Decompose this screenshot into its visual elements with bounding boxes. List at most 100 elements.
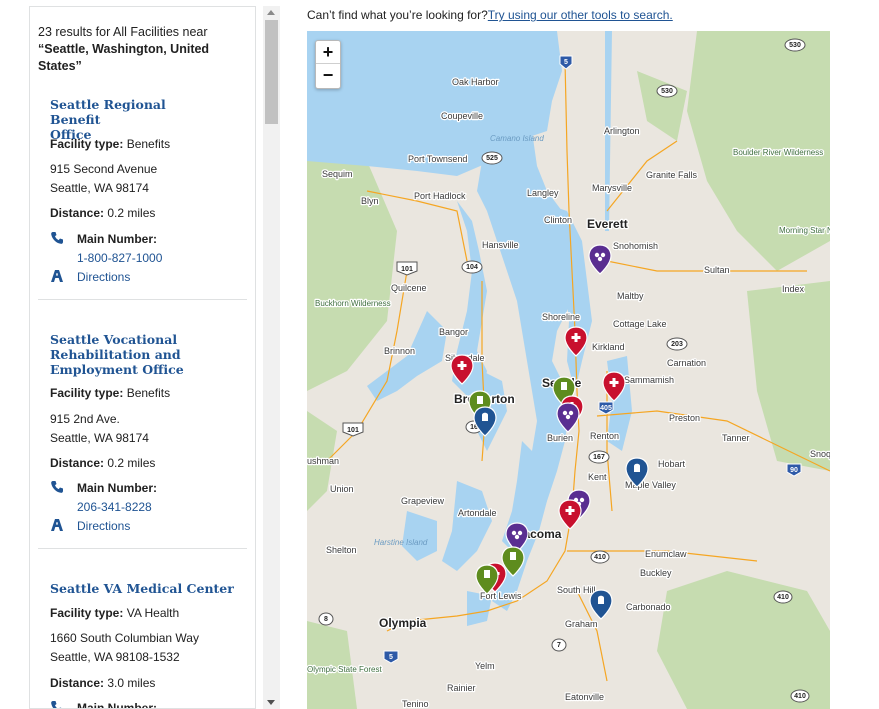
place-label: Grapeview bbox=[401, 496, 445, 506]
search-help-message: Can’t find what you’re looking for?Try u… bbox=[307, 8, 673, 22]
highway-shield: 410 bbox=[773, 590, 793, 604]
highway-shield: 410 bbox=[590, 550, 610, 564]
distance-label: Distance: bbox=[50, 456, 105, 470]
facility-map[interactable]: Oak Harbor Coupeville Camano Island Arli… bbox=[307, 31, 830, 709]
address-line-1: 915 2nd Ave. bbox=[50, 412, 120, 426]
highway-shield: 104 bbox=[461, 260, 483, 274]
place-label: Boulder River Wilderness bbox=[733, 148, 823, 157]
place-label: Sammamish bbox=[624, 375, 674, 385]
zoom-control: + − bbox=[315, 40, 341, 89]
place-label: Harstine Island bbox=[374, 538, 428, 547]
facility-type-value: VA Health bbox=[126, 606, 180, 620]
place-label: Maltby bbox=[617, 291, 644, 301]
distance: Distance: 0.2 miles bbox=[50, 205, 155, 221]
facility-type-label: Facility type: bbox=[50, 606, 124, 620]
place-label: Olympia bbox=[379, 616, 427, 630]
place-label: Sultan bbox=[704, 265, 730, 275]
place-label: Burien bbox=[547, 433, 573, 443]
phone-link[interactable]: 206-341-8228 bbox=[77, 499, 152, 515]
address-line-2: Seattle, WA 98174 bbox=[50, 431, 149, 445]
svg-text:530: 530 bbox=[661, 88, 673, 95]
place-label: Graham bbox=[565, 619, 598, 629]
directions-link[interactable]: Directions bbox=[77, 518, 130, 534]
zoom-in-button[interactable]: + bbox=[316, 41, 340, 64]
facility-name-link[interactable]: Seattle VA Medical Center bbox=[50, 581, 250, 596]
facility-name-line: Employment Office bbox=[50, 362, 184, 377]
results-summary: 23 results for All Facilities near “Seat… bbox=[38, 24, 253, 75]
place-label: Preston bbox=[669, 413, 700, 423]
main-number-label-text: Main Number: bbox=[77, 701, 158, 709]
place-label: Yelm bbox=[475, 661, 495, 671]
facility-type: Facility type: Benefits bbox=[50, 385, 170, 401]
svg-text:525: 525 bbox=[486, 155, 498, 162]
facility-type: Facility type: Benefits bbox=[50, 136, 170, 152]
place-label: Snoqualmie bbox=[810, 449, 830, 459]
place-label: Tanner bbox=[722, 433, 750, 443]
divider bbox=[38, 548, 247, 549]
address-line-2: Seattle, WA 98108-1532 bbox=[50, 650, 180, 664]
place-label: Kent bbox=[588, 472, 607, 482]
place-label: Marysville bbox=[592, 183, 632, 193]
svg-text:405: 405 bbox=[600, 405, 612, 412]
directions-icon bbox=[51, 270, 63, 282]
divider bbox=[38, 299, 247, 300]
directions-icon bbox=[51, 519, 63, 531]
facility-name-line: Rehabilitation and bbox=[50, 347, 181, 362]
facility-name-link[interactable]: Seattle Vocational Rehabilitation and Em… bbox=[50, 332, 210, 377]
place-label: Tenino bbox=[402, 699, 429, 709]
place-label: Morning Star NRCA bbox=[779, 226, 830, 235]
place-label: Bangor bbox=[439, 327, 468, 337]
place-label: ushman bbox=[307, 456, 339, 466]
place-label: Enumclaw bbox=[645, 549, 687, 559]
main-number-label: Main Number: bbox=[77, 231, 157, 247]
place-label: Sequim bbox=[322, 169, 353, 179]
facility-name-line: Seattle Vocational bbox=[50, 332, 178, 347]
map-canvas[interactable]: Oak Harbor Coupeville Camano Island Arli… bbox=[307, 31, 830, 709]
distance: Distance: 3.0 miles bbox=[50, 675, 155, 691]
svg-text:203: 203 bbox=[671, 341, 683, 348]
phone-icon bbox=[51, 232, 63, 244]
place-label: Brinnon bbox=[384, 346, 415, 356]
distance-value: 0.2 miles bbox=[107, 206, 156, 220]
place-label: Index bbox=[782, 284, 805, 294]
scroll-up-arrow-icon[interactable] bbox=[267, 10, 275, 15]
distance-value: 3.0 miles bbox=[107, 676, 156, 690]
place-label: Langley bbox=[527, 188, 559, 198]
place-label: Artondale bbox=[458, 508, 497, 518]
results-scrollbar[interactable] bbox=[263, 6, 280, 709]
other-tools-link[interactable]: Try using our other tools to search. bbox=[488, 8, 673, 22]
svg-text:410: 410 bbox=[794, 693, 806, 700]
svg-text:104: 104 bbox=[466, 264, 478, 271]
highway-shield: 167 bbox=[588, 450, 610, 464]
place-label: Kirkland bbox=[592, 342, 625, 352]
highway-shield: 530 bbox=[784, 38, 806, 52]
svg-text:7: 7 bbox=[557, 642, 561, 649]
svg-text:5: 5 bbox=[564, 59, 568, 66]
highway-shield: 8 bbox=[318, 612, 334, 626]
place-label: Granite Falls bbox=[646, 170, 698, 180]
svg-text:410: 410 bbox=[777, 594, 789, 601]
zoom-out-button[interactable]: − bbox=[316, 64, 340, 87]
phone-link[interactable]: 1-800-827-1000 bbox=[77, 250, 162, 266]
results-location: “Seattle, Washington, United States” bbox=[38, 42, 210, 73]
facility-type-value: Benefits bbox=[126, 137, 171, 151]
place-label: Hansville bbox=[482, 240, 519, 250]
highway-shield: 525 bbox=[481, 151, 503, 165]
directions-link[interactable]: Directions bbox=[77, 269, 130, 285]
place-label: Shelton bbox=[326, 545, 357, 555]
distance-label: Distance: bbox=[50, 676, 105, 690]
place-label: Clinton bbox=[544, 215, 572, 225]
place-label: Snohomish bbox=[613, 241, 658, 251]
place-label: Shoreline bbox=[542, 312, 580, 322]
place-label: Port Hadlock bbox=[414, 191, 466, 201]
scroll-thumb[interactable] bbox=[265, 20, 278, 124]
svg-text:90: 90 bbox=[790, 467, 798, 474]
place-label: Quilcene bbox=[391, 283, 427, 293]
place-label: Buckhorn Wilderness bbox=[315, 299, 391, 308]
facility-name-line: Seattle Regional Benefit bbox=[50, 97, 166, 127]
scroll-down-arrow-icon[interactable] bbox=[267, 700, 275, 705]
place-label: Carbonado bbox=[626, 602, 671, 612]
help-text: Can’t find what you’re looking for? bbox=[307, 8, 488, 22]
place-label: Hobart bbox=[658, 459, 686, 469]
phone-icon bbox=[51, 701, 62, 708]
